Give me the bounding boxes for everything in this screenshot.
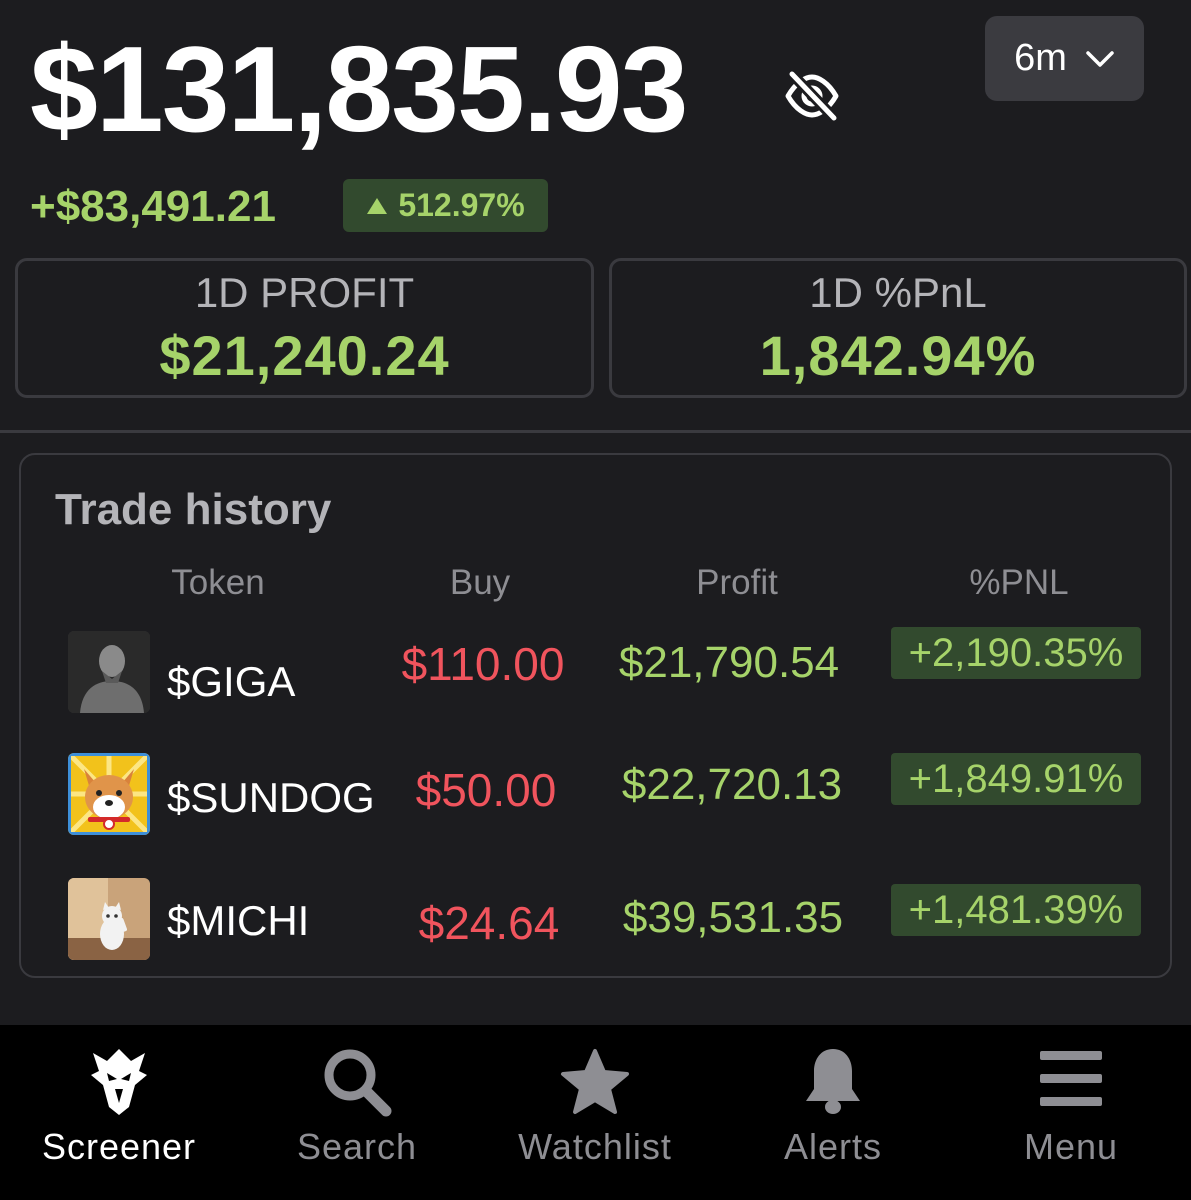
chevron-down-icon [1086, 50, 1114, 67]
nav-label: Alerts [783, 1126, 883, 1167]
bottom-nav-bar: Screener Search Watchlist Alerts Menu [0, 1025, 1191, 1200]
token-name: $SUNDOG [167, 774, 375, 821]
total-pnl-amount: +$83,491.21 [30, 182, 276, 231]
nav-item-menu[interactable]: Menu [952, 1025, 1190, 1200]
portfolio-balance: $131,835.93 [30, 21, 688, 157]
nav-item-alerts[interactable]: Alerts [714, 1025, 952, 1200]
profit-amount: $21,790.54 [618, 638, 840, 687]
time-range-label: 6m [1014, 37, 1067, 79]
column-header-pnl: %PNL [969, 563, 1069, 602]
column-header-buy: Buy [449, 563, 511, 602]
pnl-percent-badge: +1,481.39% [891, 884, 1141, 936]
column-header-token: Token [171, 563, 265, 602]
nav-label: Search [296, 1126, 418, 1167]
column-header-profit: Profit [696, 563, 778, 602]
buy-amount: $50.00 [415, 764, 557, 816]
buy-amount: $110.00 [401, 638, 565, 690]
search-icon [324, 1049, 392, 1117]
stat-value: $21,240.24 [159, 324, 450, 387]
trade-row[interactable]: $GIGA $110.00 $21,790.54 +2,190.35% [21, 627, 1170, 713]
trade-history-card: Trade history Token Buy Profit %PNL $GIG… [19, 453, 1172, 978]
profit-amount: $22,720.13 [621, 760, 843, 809]
trade-history-title: Trade history [55, 485, 332, 534]
token-avatar-sundog [68, 753, 150, 835]
total-pnl-percent: 512.97% [398, 187, 525, 223]
pnl-percent-badge: +2,190.35% [891, 627, 1141, 679]
stat-card-1d-profit: 1D PROFIT $21,240.24 [15, 258, 594, 398]
trade-row[interactable]: $SUNDOG $50.00 $22,720.13 +1,849.91% [21, 753, 1170, 835]
nav-item-watchlist[interactable]: Watchlist [476, 1025, 714, 1200]
eye-off-icon[interactable] [782, 68, 842, 124]
token-avatar-giga [68, 631, 150, 713]
eagle-icon [91, 1049, 147, 1115]
nav-item-search[interactable]: Search [238, 1025, 476, 1200]
token-avatar-michi [68, 878, 150, 960]
stat-value: 1,842.94% [759, 324, 1037, 387]
star-icon [561, 1049, 629, 1114]
bell-icon [806, 1049, 860, 1114]
nav-label: Screener [41, 1126, 197, 1167]
time-range-dropdown[interactable]: 6m [985, 16, 1144, 101]
nav-item-screener[interactable]: Screener [0, 1025, 238, 1200]
profit-amount: $39,531.35 [622, 893, 844, 942]
stat-label: 1D %PnL [809, 269, 987, 316]
token-name: $MICHI [167, 897, 310, 944]
nav-label: Menu [1023, 1126, 1119, 1167]
pnl-percent-badge: +1,849.91% [891, 753, 1141, 805]
section-divider [0, 430, 1191, 433]
triangle-up-icon [367, 197, 388, 214]
nav-label: Watchlist [518, 1126, 672, 1167]
stat-label: 1D PROFIT [194, 269, 415, 316]
trade-row[interactable]: $MICHI $24.64 $39,531.35 +1,481.39% [21, 878, 1170, 960]
total-pnl-percent-badge: 512.97% [343, 179, 548, 232]
token-name: $GIGA [167, 658, 296, 705]
stat-card-1d-pnl: 1D %PnL 1,842.94% [609, 258, 1187, 398]
buy-amount: $24.64 [418, 897, 560, 949]
hamburger-menu-icon [1040, 1051, 1102, 1106]
